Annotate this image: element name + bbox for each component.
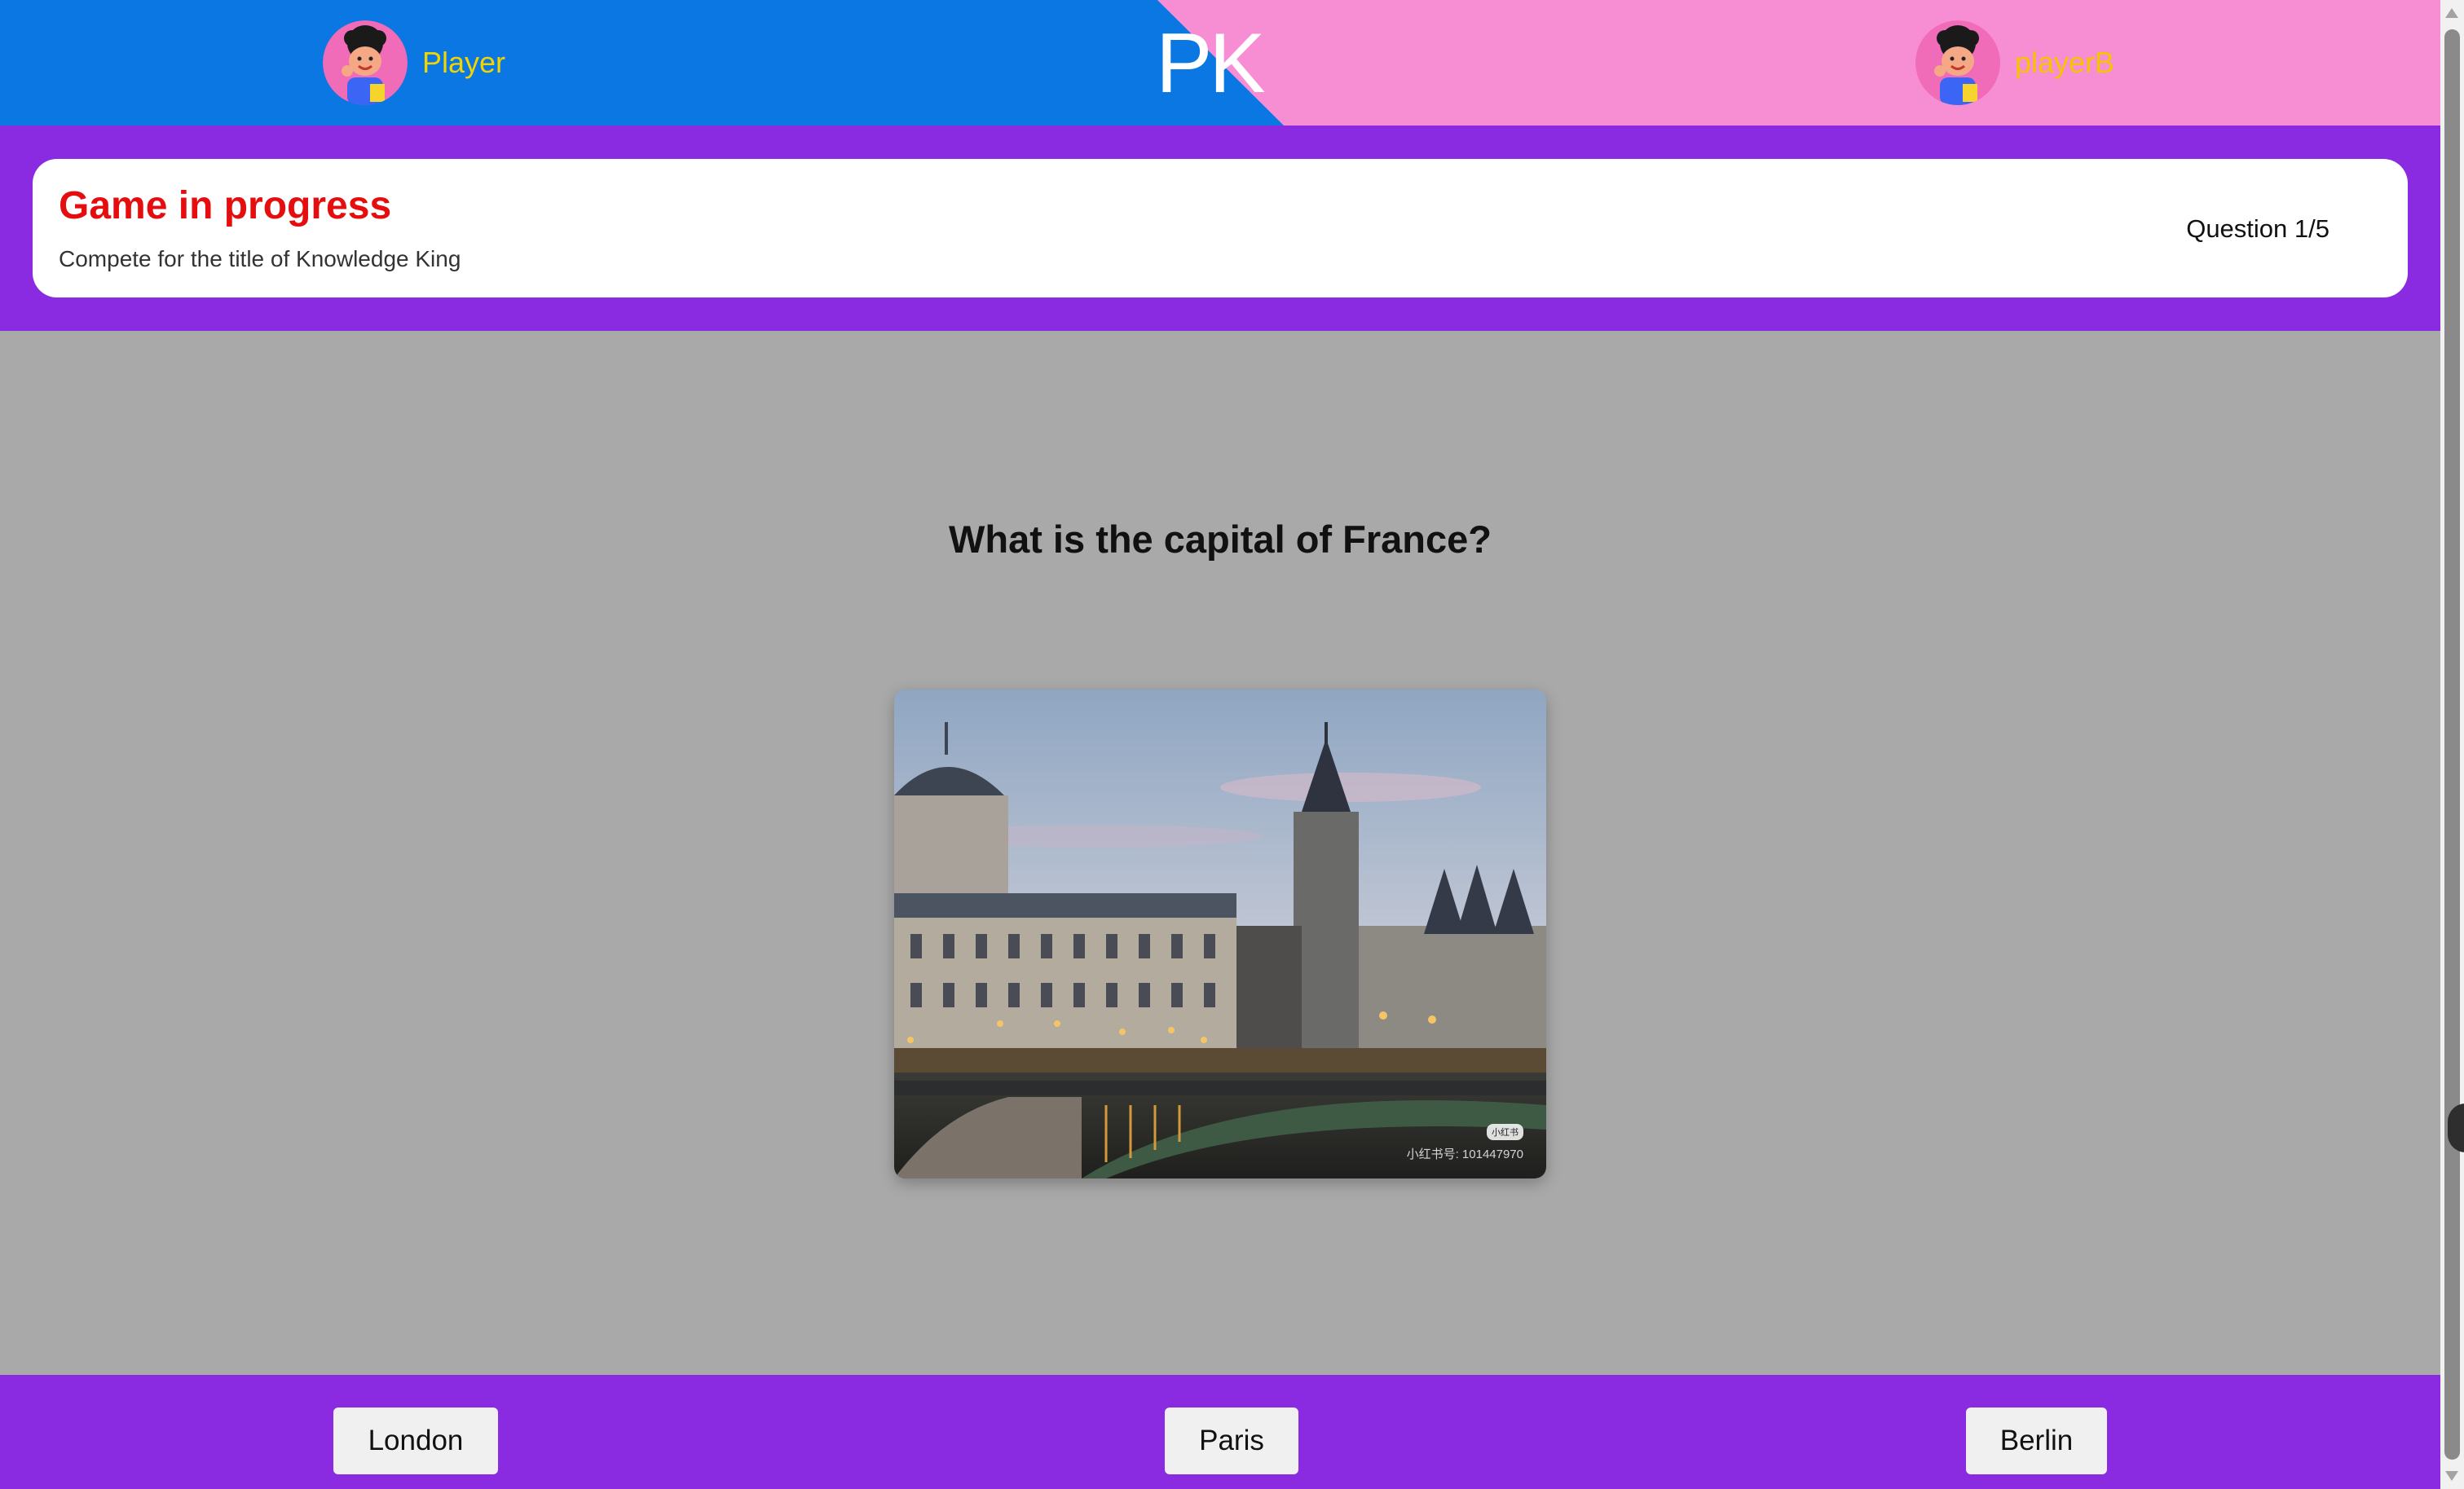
game-status-subtitle: Compete for the title of Knowledge King [59,246,461,271]
vertical-scrollbar[interactable] [2440,0,2464,1489]
scroll-down-arrow-icon[interactable] [2445,1471,2458,1481]
player-a: Player [323,20,505,105]
question-text: What is the capital of France? [949,518,1492,561]
pk-header: Player PK playerB [0,0,2440,126]
pk-label: PK [1156,16,1266,111]
player-a-avatar-icon [323,20,408,105]
player-a-name: Player [422,46,506,79]
status-band: Game in progress Compete for the title o… [0,126,2440,331]
image-watermark: 小红书 小红书号: 101447970 [1407,1124,1523,1162]
answer-button-london[interactable]: London [333,1408,498,1474]
answer-button-paris[interactable]: Paris [1165,1408,1298,1474]
player-b-name: playerB [2015,46,2115,79]
question-counter: Question 1/5 [2186,214,2330,243]
status-card: Game in progress Compete for the title o… [33,159,2408,297]
game-page: Player PK playerB Game in progress Compe… [0,0,2440,1489]
watermark-logo: 小红书 [1487,1124,1523,1140]
scroll-up-arrow-icon[interactable] [2445,8,2458,18]
player-b: playerB [1915,20,2114,105]
question-image: 小红书 小红书号: 101447970 [894,689,1546,1178]
watermark-text: 小红书号: 101447970 [1406,1148,1523,1161]
game-status-title: Game in progress [59,184,392,227]
scrollbar-thumb[interactable] [2444,29,2460,1460]
answers-band: London Paris Berlin [0,1375,2440,1489]
player-b-avatar-icon [1915,20,2000,105]
answer-button-berlin[interactable]: Berlin [1966,1408,2107,1474]
question-area: What is the capital of France? 小红书 小红书号:… [0,331,2440,1375]
